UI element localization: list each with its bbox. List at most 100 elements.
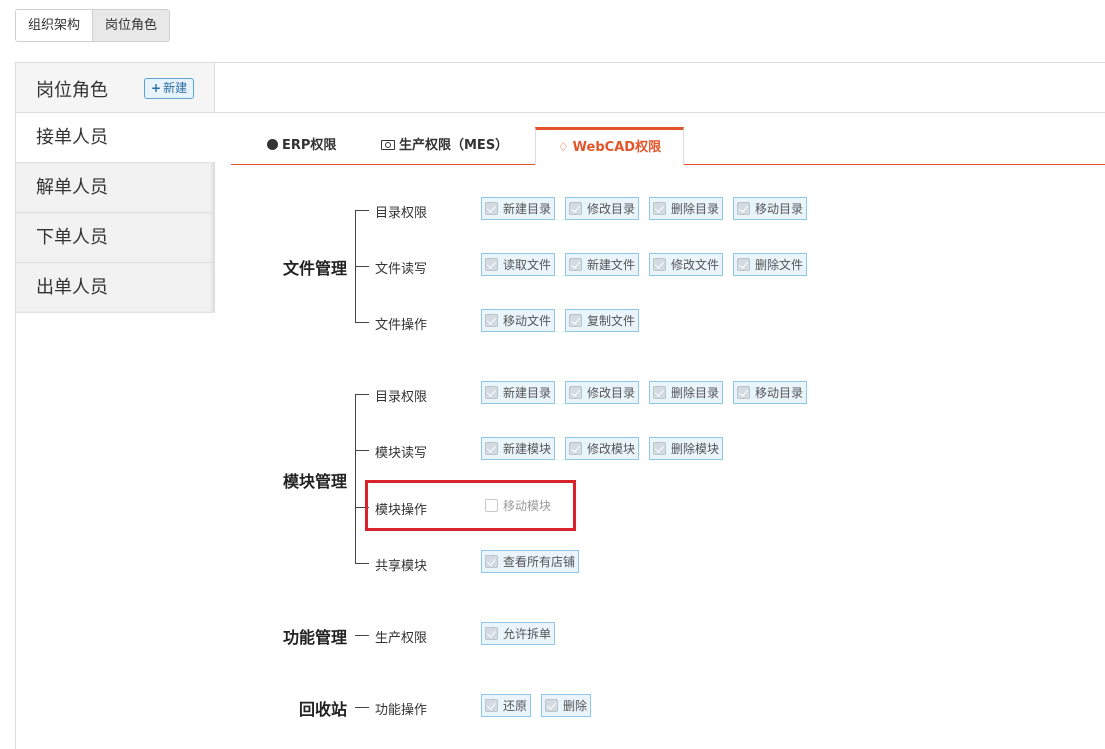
checked-checkbox-icon: [485, 386, 498, 399]
permission-row-label: 共享模块: [375, 559, 428, 574]
permission-checkbox-label: 修改目录: [587, 386, 636, 400]
checked-checkbox-icon: [737, 258, 751, 271]
permission-checkbox-group: 新建目录 修改目录 删除目录 移动目录: [481, 381, 808, 404]
permission-checkbox-label: 新建目录: [503, 386, 552, 400]
checked-checkbox-icon: [485, 555, 498, 568]
tab-mes-permission[interactable]: 生产权限（MES）: [381, 127, 508, 165]
permission-checkbox-group: 查看所有店铺: [481, 550, 580, 573]
permission-checkbox-group: 允许拆单: [481, 622, 556, 645]
permission-checkbox[interactable]: 修改文件: [649, 253, 724, 276]
checked-checkbox-icon: [569, 442, 583, 455]
tree-connector: [355, 210, 369, 211]
checked-checkbox-icon: [737, 202, 751, 215]
tree-connector: [355, 322, 369, 323]
permission-checkbox[interactable]: 查看所有店铺: [481, 550, 580, 573]
permission-checkbox-group: 还原 删除: [481, 694, 592, 717]
permission-checkbox[interactable]: 还原: [481, 694, 532, 717]
checked-checkbox-icon: [485, 699, 498, 712]
tab-webcad-permission[interactable]: ♢ WebCAD权限: [535, 127, 684, 166]
checked-checkbox-icon: [653, 258, 667, 271]
permission-checkbox-label: 删除目录: [671, 386, 720, 400]
checked-checkbox-icon: [569, 386, 583, 399]
sidebar-item-receiver[interactable]: 接单人员: [16, 113, 215, 163]
tree-connector: [355, 707, 369, 708]
group-label: 模块管理: [282, 471, 347, 491]
permission-checkbox[interactable]: 新建模块: [481, 437, 556, 460]
permission-checkbox[interactable]: 修改目录: [565, 381, 640, 404]
tree-connector: [355, 563, 369, 564]
permission-checkbox-label: 删除文件: [755, 258, 804, 272]
sidebar-title: 岗位角色: [36, 80, 108, 101]
sidebar-item-resolver[interactable]: 解单人员: [16, 163, 215, 213]
permission-checkbox-group: 读取文件 新建文件 修改文件 删除文件: [481, 253, 808, 276]
permission-checkbox-label: 读取文件: [503, 258, 552, 272]
tab-erp-permission[interactable]: ERP权限: [267, 127, 336, 165]
add-role-button[interactable]: + 新建: [144, 78, 195, 99]
permission-checkbox[interactable]: 删除文件: [733, 253, 808, 276]
tree-connector: [355, 394, 369, 395]
checked-checkbox-icon: [569, 202, 583, 215]
checked-checkbox-icon: [485, 202, 498, 215]
cad-icon: ♢: [557, 140, 569, 154]
permission-checkbox[interactable]: 移动目录: [733, 381, 808, 404]
group-label: 文件管理: [282, 259, 347, 278]
role-sidebar: 岗位角色 + 新建 接单人员 解单人员 下单人员 出单人员: [16, 63, 215, 313]
tree-connector: [355, 266, 369, 267]
checked-checkbox-icon: [485, 627, 498, 640]
add-role-label: 新建: [163, 81, 188, 95]
permission-checkbox-label: 新建模块: [503, 442, 552, 456]
highlight-box: [365, 480, 576, 531]
permission-checkbox-label: 移动文件: [503, 314, 552, 328]
permission-checkbox[interactable]: 新建目录: [481, 197, 556, 220]
checked-checkbox-icon: [653, 442, 667, 455]
checked-checkbox-icon: [653, 202, 667, 215]
group-label: 功能管理: [282, 628, 347, 647]
permission-checkbox-label: 移动目录: [755, 386, 804, 400]
permission-checkbox[interactable]: 移动文件: [481, 309, 556, 332]
permission-tab-bar: ERP权限 生产权限（MES） ♢ WebCAD权限: [231, 127, 1105, 166]
tab-mes-label: 生产权限（MES）: [399, 138, 509, 153]
top-tab-bar: 组织架构 岗位角色: [15, 9, 171, 42]
permission-checkbox-group: 新建模块 修改模块 删除模块: [481, 437, 724, 460]
sidebar-item-issuer[interactable]: 出单人员: [16, 263, 215, 313]
permission-checkbox-group: 移动文件 复制文件: [481, 309, 640, 332]
checked-checkbox-icon: [545, 699, 559, 712]
permission-checkbox-label: 新建目录: [503, 202, 552, 216]
permission-checkbox[interactable]: 读取文件: [481, 253, 556, 276]
tab-roles[interactable]: 岗位角色: [92, 10, 170, 41]
permission-checkbox-label: 删除: [563, 699, 588, 713]
permission-checkbox[interactable]: 修改目录: [565, 197, 640, 220]
tab-org-structure[interactable]: 组织架构: [16, 10, 93, 41]
permission-checkbox-label: 删除模块: [671, 442, 720, 456]
tab-webcad-label: WebCAD权限: [572, 140, 662, 155]
permission-checkbox[interactable]: 删除模块: [649, 437, 724, 460]
checked-checkbox-icon: [653, 386, 667, 399]
permission-checkbox[interactable]: 删除目录: [649, 197, 724, 220]
permission-checkbox[interactable]: 新建目录: [481, 381, 556, 404]
checked-checkbox-icon: [569, 258, 583, 271]
globe-icon: [267, 139, 278, 150]
permission-checkbox[interactable]: 删除: [541, 694, 592, 717]
checked-checkbox-icon: [485, 442, 498, 455]
permission-checkbox-label: 还原: [503, 699, 528, 713]
permission-row-label: 生产权限: [375, 631, 428, 646]
sidebar-item-orderer[interactable]: 下单人员: [16, 213, 215, 263]
permission-checkbox-label: 查看所有店铺: [503, 555, 576, 569]
tree-connector: [355, 450, 369, 451]
sidebar-header: 岗位角色 + 新建: [16, 63, 215, 113]
permission-checkbox[interactable]: 新建文件: [565, 253, 640, 276]
permission-checkbox-label: 修改模块: [587, 442, 636, 456]
permission-row-label: 模块读写: [375, 446, 428, 461]
tree-bracket: [355, 394, 356, 563]
checked-checkbox-icon: [485, 258, 498, 271]
checked-checkbox-icon: [485, 314, 498, 327]
permission-checkbox[interactable]: 复制文件: [565, 309, 640, 332]
permission-checkbox-label: 修改目录: [587, 202, 636, 216]
permission-checkbox-group: 新建目录 修改目录 删除目录 移动目录: [481, 197, 808, 220]
permission-checkbox-label: 允许拆单: [503, 627, 552, 641]
permission-checkbox[interactable]: 删除目录: [649, 381, 724, 404]
camera-icon: [381, 140, 395, 150]
permission-checkbox[interactable]: 修改模块: [565, 437, 640, 460]
permission-checkbox[interactable]: 允许拆单: [481, 622, 556, 645]
permission-checkbox[interactable]: 移动目录: [733, 197, 808, 220]
